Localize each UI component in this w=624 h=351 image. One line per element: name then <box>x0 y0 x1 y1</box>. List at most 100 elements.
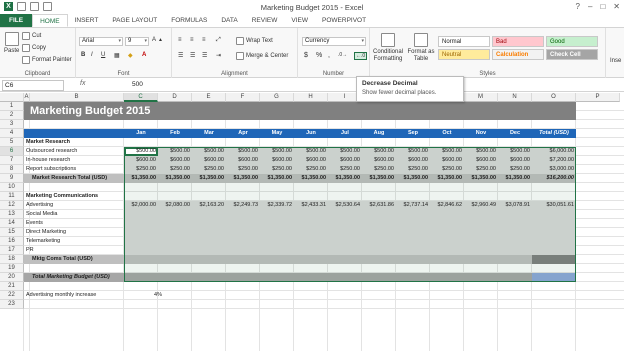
advertising-cell[interactable]: $2,737.14 <box>396 201 428 210</box>
advertising-cell[interactable]: $2,163.20 <box>192 201 224 210</box>
row-header-18[interactable]: 18 <box>0 255 24 264</box>
column-header-g[interactable]: G <box>260 93 294 102</box>
reports-cell[interactable]: $250.00 <box>464 165 496 174</box>
align-middle-icon[interactable]: ≡ <box>190 37 194 43</box>
column-header-e[interactable]: E <box>192 93 226 102</box>
reports-cell[interactable]: $250.00 <box>362 165 394 174</box>
tab-file[interactable]: FILE <box>0 14 33 27</box>
paste-button[interactable]: Paste <box>4 32 19 54</box>
inhouse-cell[interactable]: $600.00 <box>362 156 394 165</box>
advertising-cell[interactable]: $2,080.00 <box>158 201 190 210</box>
reports-cell[interactable]: $250.00 <box>328 165 360 174</box>
mr_total-cell[interactable]: $1,350.00 <box>124 174 156 183</box>
reports-cell[interactable]: $250.00 <box>192 165 224 174</box>
adv-increase-value[interactable]: 4% <box>124 291 162 300</box>
row-header-15[interactable]: 15 <box>0 228 24 237</box>
label-report-subscriptions[interactable]: Report subscriptions <box>26 165 122 174</box>
outsourced-cell[interactable]: $500.00 <box>396 147 428 156</box>
row-header-11[interactable]: 11 <box>0 192 24 201</box>
row-header-20[interactable]: 20 <box>0 273 24 282</box>
grow-font-icon[interactable]: A ▲ <box>152 37 163 43</box>
align-top-icon[interactable]: ≡ <box>178 37 182 43</box>
label-total-budget[interactable]: Total Marketing Budget (USD) <box>32 273 128 282</box>
column-header-h[interactable]: H <box>294 93 328 102</box>
mr_total-cell[interactable]: $1,350.00 <box>226 174 258 183</box>
advertising-cell[interactable]: $2,631.86 <box>362 201 394 210</box>
select-all-corner[interactable] <box>0 93 24 102</box>
column-header-c[interactable]: C <box>124 93 158 102</box>
advertising-cell[interactable]: $3,078.91 <box>498 201 530 210</box>
reports-cell[interactable]: $250.00 <box>124 165 156 174</box>
inhouse-cell[interactable]: $600.00 <box>226 156 258 165</box>
cut-button[interactable]: Cut <box>22 32 41 40</box>
number-format-select[interactable]: Currency <box>302 37 366 46</box>
help-button[interactable]: ? <box>576 2 580 11</box>
row-header-16[interactable]: 16 <box>0 237 24 246</box>
align-left-icon[interactable]: ☰ <box>178 52 183 59</box>
style-good[interactable]: Good <box>546 36 598 47</box>
merge-center-button[interactable]: Merge & Center <box>236 52 288 60</box>
advertising-cell[interactable]: $30,051.61 <box>532 201 574 210</box>
reports-cell[interactable]: $250.00 <box>396 165 428 174</box>
column-header-p[interactable]: P <box>576 93 620 102</box>
decrease-decimal-icon[interactable]: ←.0 <box>354 52 368 60</box>
outsourced-cell[interactable]: $500.00 <box>294 147 326 156</box>
row-header-5[interactable]: 5 <box>0 138 24 147</box>
row-header-23[interactable]: 23 <box>0 300 24 309</box>
align-right-icon[interactable]: ☰ <box>202 52 207 59</box>
mr_total-cell[interactable]: $1,350.00 <box>396 174 428 183</box>
reports-cell[interactable]: $3,000.00 <box>532 165 574 174</box>
align-bottom-icon[interactable]: ≡ <box>202 37 206 43</box>
label-social-media[interactable]: Social Media <box>26 210 122 219</box>
outsourced-cell[interactable]: $500.00 <box>226 147 258 156</box>
underline-button[interactable]: U <box>101 52 105 58</box>
outsourced-cell[interactable]: $500.00 <box>430 147 462 156</box>
row-header-19[interactable]: 19 <box>0 264 24 273</box>
font-name-select[interactable]: Arial <box>79 37 123 46</box>
inhouse-cell[interactable]: $600.00 <box>124 156 156 165</box>
inhouse-cell[interactable]: $7,200.00 <box>532 156 574 165</box>
reports-cell[interactable]: $250.00 <box>430 165 462 174</box>
label-direct-marketing[interactable]: Direct Marketing <box>26 228 122 237</box>
format-as-table-button[interactable]: Format as Table <box>406 33 436 63</box>
tab-page-layout[interactable]: PAGE LAYOUT <box>105 14 164 27</box>
font-size-select[interactable]: 9 <box>125 37 149 46</box>
row-header-14[interactable]: 14 <box>0 219 24 228</box>
mr_total-cell[interactable]: $16,200.00 <box>532 174 574 183</box>
orientation-icon[interactable]: ⤢ <box>216 37 221 44</box>
tab-insert[interactable]: INSERT <box>68 14 106 27</box>
mr_total-cell[interactable]: $1,350.00 <box>192 174 224 183</box>
advertising-cell[interactable]: $2,000.00 <box>124 201 156 210</box>
close-button[interactable]: ✕ <box>613 2 620 11</box>
style-normal[interactable]: Normal <box>438 36 490 47</box>
align-center-icon[interactable]: ☰ <box>190 52 195 59</box>
name-box[interactable]: C6 <box>2 80 64 91</box>
reports-cell[interactable]: $250.00 <box>294 165 326 174</box>
italic-button[interactable]: I <box>91 52 93 58</box>
row-header-6[interactable]: 6 <box>0 147 24 156</box>
fx-icon[interactable]: fx <box>80 80 85 87</box>
label-outsourced-research[interactable]: Outsourced research <box>26 147 122 156</box>
row-header-2[interactable]: 2 <box>0 111 24 120</box>
style-bad[interactable]: Bad <box>492 36 544 47</box>
copy-button[interactable]: Copy <box>22 44 46 52</box>
label-mc-total[interactable]: Mktg Coms Total (USD) <box>32 255 128 264</box>
row-header-12[interactable]: 12 <box>0 201 24 210</box>
advertising-cell[interactable]: $2,339.72 <box>260 201 292 210</box>
mr_total-cell[interactable]: $1,350.00 <box>362 174 394 183</box>
borders-icon[interactable]: ▦ <box>114 52 120 59</box>
advertising-cell[interactable]: $2,249.73 <box>226 201 258 210</box>
insert-cells-button[interactable]: Inse <box>610 58 621 64</box>
font-color-icon[interactable]: A <box>142 52 146 58</box>
reports-cell[interactable]: $250.00 <box>226 165 258 174</box>
tab-view[interactable]: VIEW <box>284 14 315 27</box>
comma-style-icon[interactable]: , <box>328 52 330 59</box>
style-neutral[interactable]: Neutral <box>438 49 490 60</box>
format-painter-button[interactable]: Format Painter <box>22 56 72 64</box>
row-header-1[interactable]: 1 <box>0 102 24 111</box>
row-header-22[interactable]: 22 <box>0 291 24 300</box>
label-adv-increase[interactable]: Advertising monthly increase <box>26 291 122 300</box>
row-header-9[interactable]: 9 <box>0 174 24 183</box>
row-header-10[interactable]: 10 <box>0 183 24 192</box>
percent-style-icon[interactable]: % <box>316 52 322 59</box>
